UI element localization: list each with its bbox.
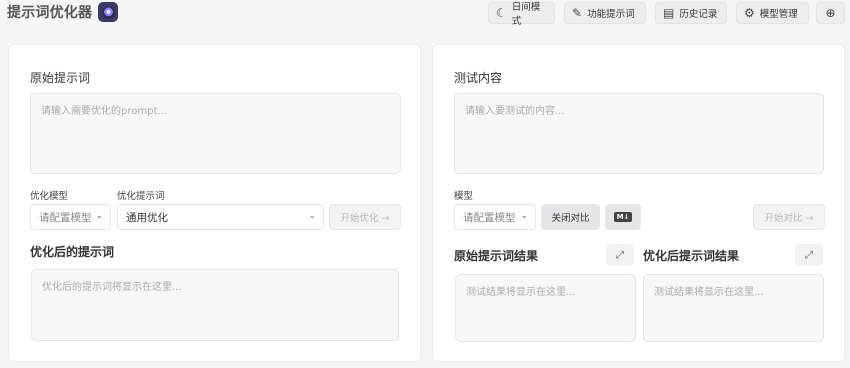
- start-optimize-button[interactable]: 开始优化 →: [329, 204, 401, 230]
- globe-icon: ⊕: [825, 6, 836, 20]
- test-model-value: 请配置模型: [463, 211, 516, 224]
- history-button[interactable]: ▤ 历史记录: [655, 2, 727, 24]
- original-prompt-input[interactable]: 请输入需要优化的prompt...: [30, 93, 401, 174]
- optimized-prompt-output[interactable]: 优化后的提示词将显示在这里...: [31, 269, 399, 341]
- markdown-icon: M↓: [613, 212, 633, 222]
- test-content-placeholder: 请输入要测试的内容...: [465, 106, 565, 117]
- moon-icon: ☾: [496, 6, 507, 20]
- app-title: 提示词优化器: [7, 5, 93, 21]
- function-prompts-button[interactable]: ✎ 功能提示词: [564, 2, 646, 24]
- test-panel: 测试内容 请输入要测试的内容... 模型 请配置模型 ⌄ 关闭对比 M↓ 开始对…: [432, 44, 845, 362]
- original-result-title: 原始提示词结果: [454, 249, 539, 263]
- edit-icon: ✎: [572, 6, 583, 20]
- chevron-down-icon: ⌄: [308, 211, 316, 221]
- model-manage-label: 模型管理: [759, 9, 798, 20]
- app-logo-icon: [98, 2, 119, 22]
- day-mode-button[interactable]: ☾ 日间模式: [488, 2, 555, 27]
- gear-icon: ⚙: [744, 6, 755, 20]
- original-prompt-placeholder: 请输入需要优化的prompt...: [41, 106, 167, 117]
- top-bar: 提示词优化器 ☾ 日间模式 ✎ 功能提示词 ▤ 历史记录 ⚙ 模型管理 ⊕: [0, 0, 850, 28]
- optimize-template-select[interactable]: 通用优化 ⌄: [117, 204, 324, 230]
- test-content-title: 测试内容: [454, 71, 503, 85]
- original-prompt-title: 原始提示词: [30, 71, 91, 85]
- chevron-down-icon: ⌄: [95, 211, 103, 221]
- optimize-model-value: 请配置模型: [39, 211, 92, 224]
- optimized-result-title: 优化后提示词结果: [643, 249, 740, 263]
- expand-icon: ⤢: [616, 249, 624, 261]
- optimized-prompt-placeholder: 优化后的提示词将显示在这里...: [42, 282, 182, 293]
- history-label: 历史记录: [679, 9, 718, 20]
- optimized-prompt-title: 优化后的提示词: [30, 245, 115, 259]
- language-button[interactable]: ⊕: [816, 2, 845, 24]
- optimize-template-label: 优化提示词: [117, 191, 165, 202]
- expand-icon: ⤢: [805, 249, 813, 261]
- expand-original-result-button[interactable]: ⤢: [606, 244, 634, 266]
- expand-optimized-result-button[interactable]: ⤢: [795, 244, 823, 266]
- test-model-select[interactable]: 请配置模型 ⌄: [454, 204, 536, 230]
- start-compare-button[interactable]: 开始对比 →: [753, 204, 825, 230]
- function-prompts-label: 功能提示词: [587, 9, 635, 20]
- chevron-down-icon: ⌄: [520, 211, 528, 221]
- markdown-toggle-button[interactable]: M↓: [605, 204, 641, 230]
- model-manage-button[interactable]: ⚙ 模型管理: [736, 2, 809, 24]
- optimize-panel: 原始提示词 请输入需要优化的prompt... 优化模型 优化提示词 请配置模型…: [8, 44, 421, 362]
- optimize-template-value: 通用优化: [126, 211, 168, 224]
- compare-toggle-button[interactable]: 关闭对比: [541, 204, 600, 230]
- optimize-model-select[interactable]: 请配置模型 ⌄: [30, 204, 111, 230]
- test-content-input[interactable]: 请输入要测试的内容...: [454, 93, 824, 174]
- test-model-label: 模型: [454, 191, 474, 202]
- scroll-icon: ▤: [663, 6, 675, 20]
- brand: 提示词优化器: [7, 2, 119, 22]
- optimized-result-placeholder: 测试结果将显示在这里...: [654, 287, 764, 298]
- original-result-placeholder: 测试结果将显示在这里...: [466, 287, 576, 298]
- day-mode-label: 日间模式: [511, 2, 541, 27]
- optimize-model-label: 优化模型: [30, 191, 69, 202]
- original-result-output[interactable]: 测试结果将显示在这里...: [455, 274, 636, 342]
- optimized-result-output[interactable]: 测试结果将显示在这里...: [643, 274, 824, 342]
